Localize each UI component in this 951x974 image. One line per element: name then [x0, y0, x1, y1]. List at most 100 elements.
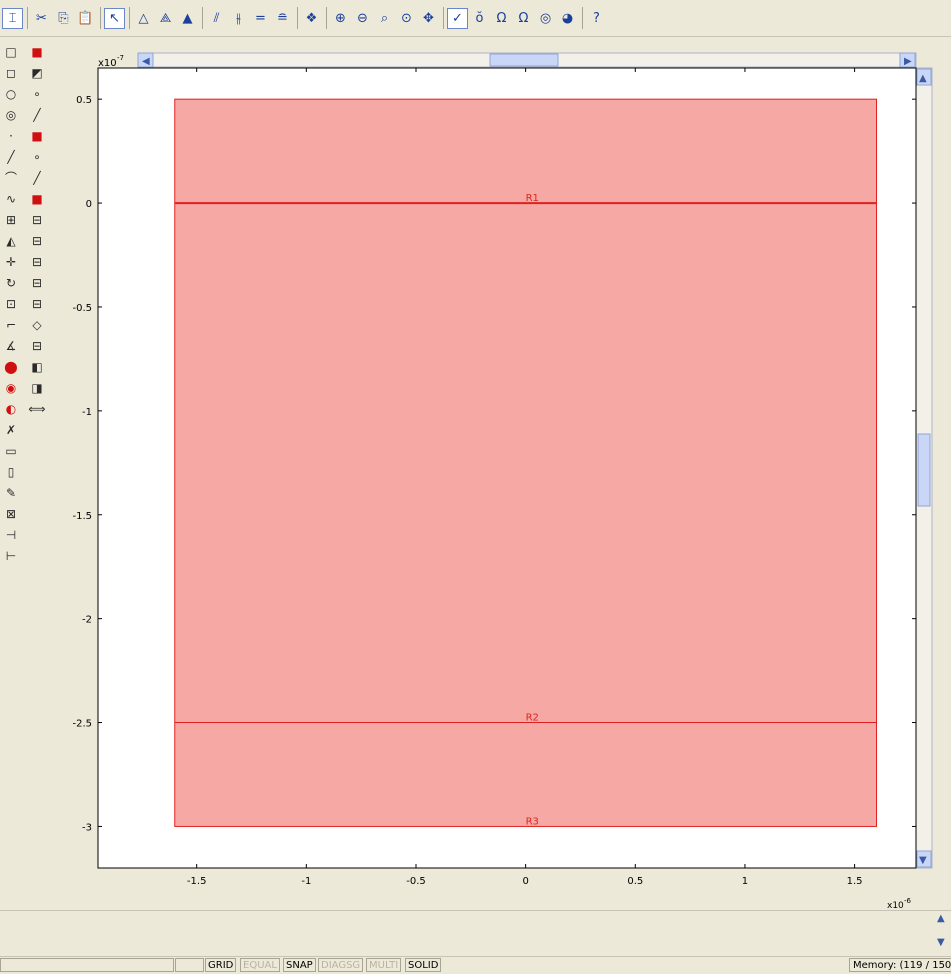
drawing-area[interactable]: ◀ ▶ ▲ ▼ -1.5 -1 -0.5 0 0.5 1 1.5 0.5 0 -0.5 -1 -1.5…	[50, 41, 951, 910]
scroll-left-icon: ◀	[142, 56, 150, 67]
col1-tool-19-icon[interactable]: ✗	[1, 419, 21, 440]
draw-toolbar-col2: ■ ◩ ∘ ╱ ■ ∘ ╱ ■ ⊟ ⊟ ⊟ ⊟ ⊟ ◇ ⊟ ◧ ◨ ⟺	[27, 41, 47, 419]
status-bar: GRID EQUAL SNAP DIAGSG MULTI SOLID Memor…	[0, 956, 951, 974]
col1-tool-3-icon[interactable]: ○	[1, 83, 21, 104]
geometry-plot[interactable]: ◀ ▶ ▲ ▼ -1.5 -1 -0.5 0 0.5 1 1.5 0.5 0 -0.5 -1 -1.5…	[50, 41, 951, 910]
draw-toolbar-col1: □ ◻ ○ ◎ · ╱ ⌒ ∿ ⊞ ◭ ✛ ↻ ⊡ ⌐ ∡ ⬤ ◉ ◐ ✗ ▭ ▯ ✎ ⊠ ⊣ ⊢	[1, 41, 21, 566]
col2-tool-5-icon[interactable]: ■	[27, 125, 47, 146]
equation-icon[interactable]: ≘	[272, 8, 293, 29]
col1-tool-13-icon[interactable]: ⊡	[1, 293, 21, 314]
col1-tool-25-icon[interactable]: ⊢	[1, 545, 21, 566]
diagsg-toggle[interactable]: DIAGSG	[318, 958, 364, 972]
col1-tool-7-icon[interactable]: ⌒	[1, 167, 21, 188]
cut-icon[interactable]: ✂	[31, 8, 52, 29]
omega-icon[interactable]: Ω	[513, 8, 534, 29]
equal-toggle[interactable]: EQUAL	[240, 958, 280, 972]
col1-tool-11-icon[interactable]: ✛	[1, 251, 21, 272]
subdomain-icon[interactable]: ŏ	[469, 8, 490, 29]
toolbar-separator	[297, 7, 298, 29]
col2-tool-4-icon[interactable]: ╱	[27, 104, 47, 125]
col1-tool-20-icon[interactable]: ▭	[1, 440, 21, 461]
col1-tool-14-icon[interactable]: ⌐	[1, 314, 21, 335]
color-map-icon[interactable]: ◕	[557, 8, 578, 29]
col1-tool-1-icon[interactable]: □	[1, 41, 21, 62]
triangle-refine-icon[interactable]: ⟁	[155, 8, 176, 29]
zoom-out-icon[interactable]: ⊖	[352, 8, 373, 29]
paste-icon[interactable]: 📋	[75, 8, 96, 29]
col1-tool-22-icon[interactable]: ✎	[1, 482, 21, 503]
x-tick-label: -1	[301, 876, 311, 887]
x-tick-label: 0.5	[627, 876, 643, 887]
draw-toolbar: □ ◻ ○ ◎ · ╱ ⌒ ∿ ⊞ ◭ ✛ ↻ ⊡ ⌐ ∡ ⬤ ◉ ◐ ✗ ▭ ▯ ✎ ⊠ ⊣ ⊢ ■ ◩ ∘ ╱ ■ ∘ ╱ ■ ⊟ ⊟ ⊟ ⊟ ⊟ ◇…	[0, 41, 50, 911]
col2-tool-14-icon[interactable]: ◇	[27, 314, 47, 335]
mesh-two-icon[interactable]: ⫳	[228, 8, 249, 29]
help-icon[interactable]: ?	[586, 8, 607, 29]
col1-tool-12-icon[interactable]: ↻	[1, 272, 21, 293]
zoom-window-icon[interactable]: ⌕	[374, 8, 395, 29]
solve-icon[interactable]: ❖	[301, 8, 322, 29]
y-tick-label: -1.5	[72, 511, 92, 522]
zoom-in-icon[interactable]: ⊕	[330, 8, 351, 29]
toolbar-separator	[326, 7, 327, 29]
col1-tool-24-icon[interactable]: ⊣	[1, 524, 21, 545]
col1-tool-16-icon[interactable]: ⬤	[1, 356, 21, 377]
col2-tool-3-icon[interactable]: ∘	[27, 83, 47, 104]
col2-tool-7-icon[interactable]: ╱	[27, 167, 47, 188]
vertical-scroll-thumb[interactable]	[917, 433, 931, 507]
col1-tool-10-icon[interactable]: ◭	[1, 230, 21, 251]
col2-tool-11-icon[interactable]: ⊟	[27, 251, 47, 272]
triangle-green-icon[interactable]: ▲	[177, 8, 198, 29]
scroll-right-icon: ▶	[904, 56, 912, 67]
col2-tool-18-icon[interactable]: ⟺	[27, 398, 47, 419]
panel-down-icon[interactable]: ▼	[937, 937, 945, 948]
col2-tool-12-icon[interactable]: ⊟	[27, 272, 47, 293]
multi-toggle[interactable]: MULTI	[366, 958, 402, 972]
col1-tool-9-icon[interactable]: ⊞	[1, 209, 21, 230]
col1-tool-17-icon[interactable]: ◉	[1, 377, 21, 398]
x-tick-label: -0.5	[406, 876, 426, 887]
col2-tool-1-icon[interactable]: ■	[27, 41, 47, 62]
snap-toggle[interactable]: SNAP	[283, 958, 316, 972]
zoom-extents-icon[interactable]: ⊙	[396, 8, 417, 29]
solid-toggle[interactable]: SOLID	[405, 958, 442, 972]
col2-tool-9-icon[interactable]: ⊟	[27, 209, 47, 230]
bottom-panel: ▲ ▼	[0, 910, 951, 957]
col1-tool-21-icon[interactable]: ▯	[1, 461, 21, 482]
memory-indicator: Memory: (119 / 150	[849, 958, 951, 972]
col1-tool-15-icon[interactable]: ∡	[1, 335, 21, 356]
mesh-one-icon[interactable]: ⫽	[206, 8, 227, 29]
col2-tool-10-icon[interactable]: ⊟	[27, 230, 47, 251]
panel-up-icon[interactable]: ▲	[937, 913, 945, 924]
col2-tool-8-icon[interactable]: ■	[27, 188, 47, 209]
col1-tool-8-icon[interactable]: ∿	[1, 188, 21, 209]
col2-tool-13-icon[interactable]: ⊟	[27, 293, 47, 314]
col2-tool-16-icon[interactable]: ◧	[27, 356, 47, 377]
sphere-icon[interactable]: ◎	[535, 8, 556, 29]
col1-tool-6-icon[interactable]: ╱	[1, 146, 21, 167]
col1-tool-5-icon[interactable]: ·	[1, 125, 21, 146]
pointer-mode-icon[interactable]: ⌶	[2, 7, 23, 29]
col1-tool-4-icon[interactable]: ◎	[1, 104, 21, 125]
scroll-up-icon: ▲	[919, 73, 927, 84]
col2-tool-2-icon[interactable]: ◩	[27, 62, 47, 83]
copy-icon[interactable]: ⎘	[53, 8, 74, 29]
col2-tool-15-icon[interactable]: ⊟	[27, 335, 47, 356]
col1-tool-2-icon[interactable]: ◻	[1, 62, 21, 83]
toolbar-separator	[443, 7, 444, 29]
boundary-icon[interactable]: Ω	[491, 8, 512, 29]
status-blank	[175, 958, 204, 972]
pan-icon[interactable]: ✥	[418, 8, 439, 29]
col1-tool-23-icon[interactable]: ⊠	[1, 503, 21, 524]
horizontal-scroll-thumb[interactable]	[489, 53, 559, 67]
y-tick-label: -2.5	[72, 719, 92, 730]
select-arrow-icon[interactable]: ↖	[104, 7, 125, 29]
region-label: R3	[526, 816, 539, 827]
col2-tool-17-icon[interactable]: ◨	[27, 377, 47, 398]
x-tick-label: 0	[522, 876, 528, 887]
col2-tool-6-icon[interactable]: ∘	[27, 146, 47, 167]
grid-toggle[interactable]: GRID	[205, 958, 237, 972]
col1-tool-18-icon[interactable]: ◐	[1, 398, 21, 419]
triangle-icon[interactable]: △	[133, 8, 154, 29]
equal-icon[interactable]: =	[250, 8, 271, 29]
plot-check-icon[interactable]: ✓	[447, 7, 468, 29]
